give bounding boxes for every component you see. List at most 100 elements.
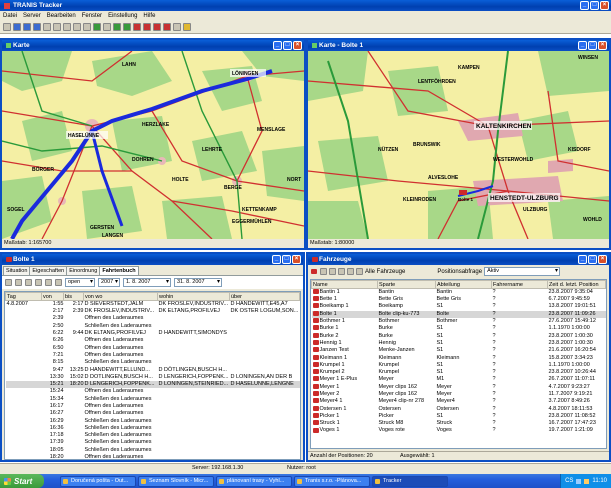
tab-fahrtenbuch[interactable]: Fahrtenbuch [99,266,139,275]
menu-datei[interactable]: Datei [3,13,17,19]
vehicle-marker[interactable] [459,190,467,195]
to-date[interactable]: 31. 8. 2007 [174,278,222,287]
network-icon[interactable] [576,478,582,484]
table-row[interactable]: Meyer 1 E-Plus Meyer M1? 26.7.2007 11:07:11 [312,376,606,383]
table-row[interactable]: Voges 1 Voges rote Voges? 19.7.2007 1:21:09 [312,427,606,434]
truck-route-icon[interactable] [143,22,151,31]
column-header[interactable]: über [229,292,300,301]
start-button[interactable]: Start [0,474,44,488]
table-row[interactable]: 2:39 Offnen des Laderaumes [6,315,300,322]
column-header[interactable]: Name [311,280,378,289]
maximize-icon[interactable]: □ [590,1,599,10]
column-header[interactable]: von [41,292,64,301]
table-row[interactable]: 6:22 9:44 DK ELTANG,PROFILVEJ D HANDEWITT,S… [6,330,300,337]
column-header[interactable]: bis [63,292,84,301]
table-row[interactable]: Boeikamp 1 Boeikamp S1? 13.8.2007 19:01:51 [312,303,606,310]
table-row[interactable]: Bette 1 Bette Gris Bette Gris? 6.7.2007 9:4… [312,296,606,303]
table-row[interactable]: Bolte 1 Bolte clip-ku-773 Bolte? 23.8.2007 … [311,310,606,318]
back-arrow-icon[interactable] [113,22,121,31]
menu-server[interactable]: Server [23,13,41,19]
forward-arrow-icon[interactable] [123,22,131,31]
table-row[interactable]: 4.8.2007 1:55 2:17 D SIEVERSTEDT,JALM DK FRO… [6,301,300,309]
table-row[interactable]: 15:21 18:20 D LENGERICH,FOPPENK... D LÖNING… [5,380,300,389]
taskbar-item[interactable]: Tracker [372,475,448,487]
maximize-icon[interactable]: □ [283,41,292,50]
truck-icon[interactable] [133,22,141,31]
table-row[interactable]: 16:17 Offnen des Laderaumes [6,403,300,410]
filter-icon[interactable] [25,279,32,286]
group-icon[interactable] [356,268,363,275]
table-row[interactable]: 6:26 Offnen des Laderaumes [6,337,300,344]
maximize-icon[interactable]: □ [588,41,597,50]
truck-track-icon[interactable] [163,22,171,31]
close-icon[interactable]: × [292,255,301,264]
table-row[interactable]: 9:47 13:25 D HANDEWITT,ELLUND... D DÖTLINGE… [6,366,300,373]
detail-titlebar[interactable]: Bolte 1 _ □ × [2,254,303,265]
zoom-rect-icon[interactable] [73,22,81,31]
table-row[interactable]: 18:05 Schließen des Laderaumes [6,447,300,454]
table-row[interactable]: 16:27 Offnen des Laderaumes [6,410,300,417]
table-row[interactable]: 15:24 Offnen des Laderaumes [6,388,300,395]
list-icon[interactable] [347,268,354,275]
truck-icon[interactable] [311,269,317,274]
column-header[interactable]: Zeit d. letzt. Position [547,280,606,289]
table-row[interactable]: Janzen Test Menke-Janzen S1? 21.6.2007 16:2… [312,347,606,354]
search-icon[interactable] [329,268,336,275]
print-icon[interactable] [15,279,22,286]
all-vehicles-label[interactable]: Alle Fahrzeuge [365,269,405,275]
table-row[interactable]: Bantin 1 Bantin Bantin? 23.8.2007 9:35:04 [312,289,606,297]
taskbar-item[interactable]: plánovaní trasy - Vyhl... [216,475,292,487]
refresh-icon[interactable] [5,279,12,286]
window-icon[interactable] [13,22,21,31]
table-row[interactable]: 7:21 Offnen des Laderaumes [6,352,300,359]
table-row[interactable]: Meyer4 1 Meyer4 clip-nr 278 Meyer4? 3.7.200… [312,398,606,405]
table-row[interactable]: Meyer 2 Meyer clips 162 Meyer? 11.7.2007 9:… [312,391,606,398]
export-icon[interactable] [35,279,42,286]
new-icon[interactable] [3,22,11,31]
table-row[interactable]: Picker 1 Picker S1? 23.8.2007 11:08:52 [312,413,606,420]
table-row[interactable]: 17:39 Schließen des Laderaumes [6,439,300,446]
minimize-icon[interactable]: _ [578,41,587,50]
table-row[interactable]: Burke 1 Burke S1? 1.1.1970 1:00:00 [312,325,606,332]
table-row[interactable]: Ostersen 1 Ostersen Ostersen? 4.8.2007 18:1… [312,405,606,412]
menu-einstellung[interactable]: Einstellung [108,13,137,19]
column-header[interactable]: von wo [83,292,158,301]
pointer-icon[interactable] [43,22,51,31]
map-left-titlebar[interactable]: Karte _ □ × [2,40,304,51]
maximize-icon[interactable]: □ [588,255,597,264]
minimize-icon[interactable]: _ [578,255,587,264]
zoom-out-icon[interactable] [63,22,71,31]
positions-select[interactable]: Aktiv [484,267,561,276]
table-row[interactable]: 8:15 Schließen des Laderaumes [6,359,300,366]
minimize-icon[interactable]: _ [272,255,281,264]
zoom-icon[interactable] [320,268,327,275]
column-header[interactable]: Sparte [377,280,436,289]
remove-icon[interactable] [103,22,111,31]
locate-icon[interactable] [338,268,345,275]
tile-icon[interactable] [23,22,31,31]
truck-list-icon[interactable] [153,22,161,31]
vehicles-titlebar[interactable]: Fahrzeuge _ □ × [308,254,609,265]
menu-bearbeiten[interactable]: Bearbeiten [47,13,76,19]
language-indicator[interactable]: CS [565,478,573,484]
map-right[interactable]: KALTENKIRCHEN HENSTEDT-ULZBURG ALVESLOHE… [308,51,609,239]
table-row[interactable]: Struck 1 Struck M8 Struck? 16.7.2007 17:47:… [312,420,606,427]
close-icon[interactable]: × [598,41,607,50]
column-header[interactable]: wohin [157,292,230,301]
tab-situation[interactable]: Situation [3,266,31,275]
close-icon[interactable]: × [598,255,607,264]
mode-select[interactable]: open [65,278,95,287]
table-row[interactable]: 2:17 2:39 DK FROSLEV,INDUSTRIV... DK ELTANG… [6,308,300,315]
table-row[interactable]: Krumpel 1 Krumpel S1? 1.1.1970 1:00:00 [312,362,606,369]
app-titlebar[interactable]: TRANIS Tracker _ □ × [0,0,611,11]
table-row[interactable]: Hennig 1 Hennig S1? 23.8.2007 1:00:30 [312,340,606,347]
map-icon[interactable] [45,279,52,286]
table-row[interactable]: 15:34 Schließen des Laderaumes [6,396,300,403]
column-header[interactable]: Abteilung [435,280,492,289]
add-icon[interactable] [93,22,101,31]
taskbar-item[interactable]: Tranis s.r.o. -Plánova... [294,475,370,487]
taskbar-item[interactable]: Seznam Slovník - Micr... [138,475,214,487]
year-select[interactable]: 2007 [98,278,120,287]
clock-icon[interactable] [55,279,62,286]
info-icon[interactable] [183,22,191,31]
